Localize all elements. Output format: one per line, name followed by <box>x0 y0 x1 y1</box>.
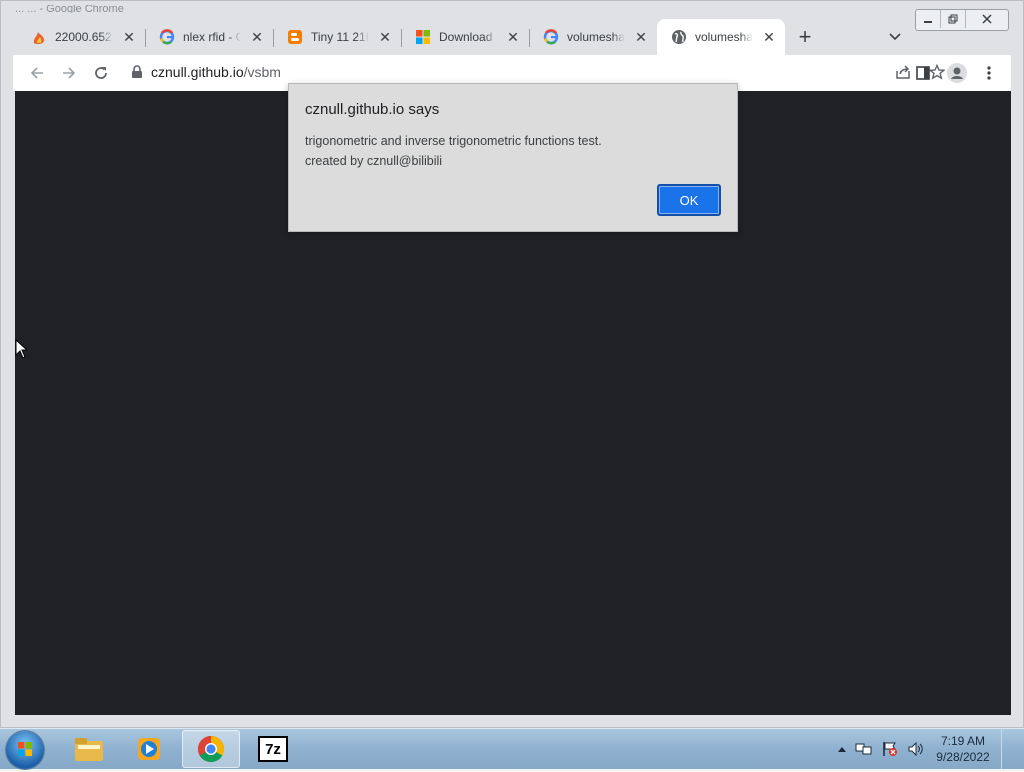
windows-logo-icon <box>18 742 32 756</box>
window-controls <box>915 9 1009 31</box>
side-panel-button[interactable] <box>907 57 939 89</box>
tab-title: Download V <box>439 30 497 44</box>
taskbar: 7z 7:19 AM 9/28/2022 <box>0 728 1024 769</box>
tab-1[interactable]: 22000.652P ✕ <box>17 19 145 55</box>
back-button[interactable] <box>21 57 53 89</box>
url-host: cznull.github.io <box>151 64 244 80</box>
volume-icon[interactable] <box>907 741 925 757</box>
reload-button[interactable] <box>85 57 117 89</box>
taskbar-7zip[interactable]: 7z <box>244 730 302 768</box>
tab-title: nlex rfid - G <box>183 30 241 44</box>
tab-close-button[interactable]: ✕ <box>121 29 137 45</box>
media-player-icon <box>138 738 160 760</box>
menu-button[interactable] <box>973 57 1005 89</box>
taskbar-chrome[interactable] <box>182 730 240 768</box>
minimize-icon <box>924 21 932 23</box>
clock-date: 9/28/2022 <box>936 750 990 764</box>
tab-6-active[interactable]: volumeshad ✕ <box>657 19 785 55</box>
new-tab-button[interactable]: + <box>789 19 821 55</box>
close-icon <box>982 14 992 24</box>
kebab-menu-icon <box>987 66 991 80</box>
tab-close-button[interactable]: ✕ <box>633 29 649 45</box>
window-title: ... ... - Google Chrome <box>15 5 124 13</box>
globe-icon <box>671 29 687 45</box>
show-desktop-button[interactable] <box>1001 729 1010 769</box>
maximize-button[interactable] <box>940 10 965 28</box>
blogger-icon <box>287 29 303 45</box>
tab-title: volumeshad <box>567 30 625 44</box>
chrome-window: ... ... - Google Chrome 22000.652P ✕ nle… <box>0 0 1024 728</box>
tab-strip: 22000.652P ✕ nlex rfid - G ✕ Tiny 11 21H… <box>17 19 923 55</box>
tab-title: Tiny 11 21H <box>311 30 369 44</box>
tab-title: 22000.652P <box>55 30 113 44</box>
tab-3[interactable]: Tiny 11 21H ✕ <box>273 19 401 55</box>
ok-button[interactable]: OK <box>657 184 721 216</box>
google-icon <box>159 29 175 45</box>
forward-arrow-icon <box>63 67 76 79</box>
system-clock[interactable]: 7:19 AM 9/28/2022 <box>933 733 993 765</box>
network-icon[interactable] <box>855 741 873 757</box>
tab-close-button[interactable]: ✕ <box>505 29 521 45</box>
dialog-title: cznull.github.io says <box>305 101 440 118</box>
tab-search-button[interactable] <box>885 29 905 45</box>
taskbar-explorer[interactable] <box>60 730 118 768</box>
tab-5[interactable]: volumeshad ✕ <box>529 19 657 55</box>
system-tray: 7:19 AM 9/28/2022 <box>837 729 1010 769</box>
close-window-button[interactable] <box>965 10 1008 28</box>
tab-close-button[interactable]: ✕ <box>249 29 265 45</box>
back-arrow-icon <box>30 67 43 79</box>
mouse-cursor-icon <box>15 339 27 359</box>
explorer-icon <box>75 738 103 761</box>
dialog-message: trigonometric and inverse trigonometric … <box>305 131 602 171</box>
chrome-icon <box>197 735 225 763</box>
tab-4[interactable]: Download V ✕ <box>401 19 529 55</box>
7zip-label: 7z <box>265 740 281 758</box>
url-path: /vsbm <box>243 64 281 80</box>
dialog-message-line-1: trigonometric and inverse trigonometric … <box>305 134 602 148</box>
microsoft-icon <box>415 29 431 45</box>
profile-button[interactable] <box>941 57 973 89</box>
tab-close-button[interactable]: ✕ <box>377 29 393 45</box>
dialog-message-line-2: created by cznull@bilibili <box>305 154 443 168</box>
tab-close-button[interactable]: ✕ <box>761 29 777 45</box>
tab-title: volumeshad <box>695 30 753 44</box>
reload-icon <box>95 67 107 79</box>
action-center-flag-icon[interactable] <box>881 741 899 757</box>
7zip-icon: 7z <box>258 736 288 762</box>
flame-icon <box>31 29 47 45</box>
side-panel-icon <box>916 66 930 80</box>
clock-time: 7:19 AM <box>940 734 986 748</box>
show-hidden-icons-icon[interactable] <box>837 745 847 753</box>
alert-dialog: cznull.github.io says trigonometric and … <box>288 83 738 232</box>
url-text[interactable]: cznull.github.io/vsbm <box>151 64 281 80</box>
forward-button[interactable] <box>53 57 85 89</box>
lock-icon[interactable] <box>131 65 143 79</box>
chevron-down-icon <box>889 33 901 41</box>
taskbar-media-player[interactable] <box>120 730 178 768</box>
google-icon <box>543 29 559 45</box>
start-button[interactable] <box>6 731 44 769</box>
tab-2[interactable]: nlex rfid - G ✕ <box>145 19 273 55</box>
avatar-icon <box>947 63 967 83</box>
restore-icon <box>948 14 958 24</box>
